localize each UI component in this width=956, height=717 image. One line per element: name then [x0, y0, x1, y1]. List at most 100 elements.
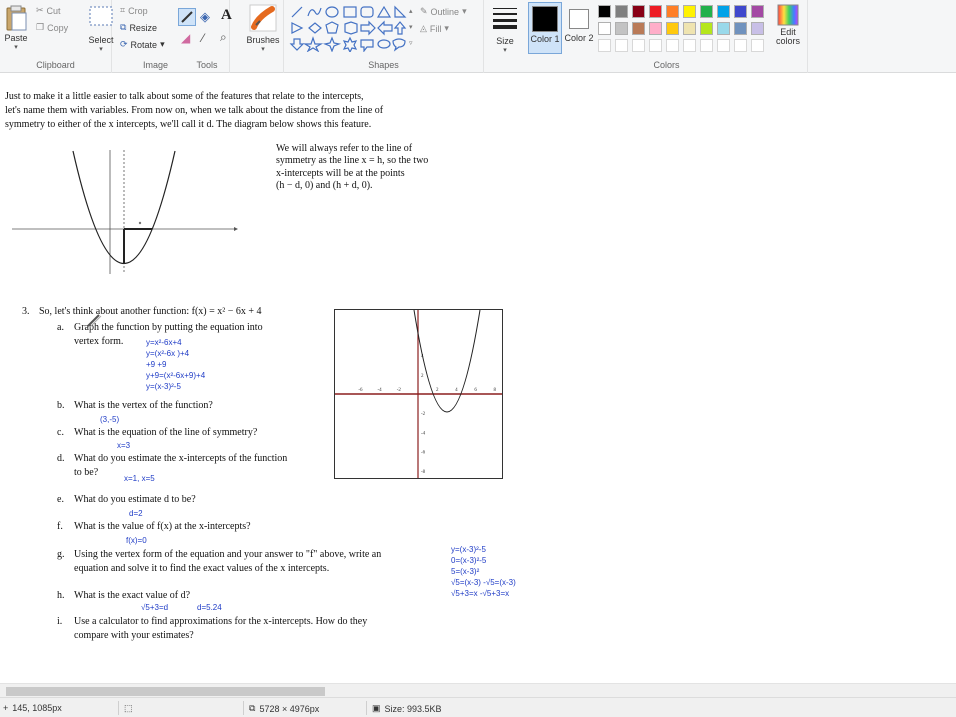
- item-d-line-1: What do you estimate the x-intercepts of…: [74, 453, 288, 464]
- size-group: Size ▾: [484, 0, 526, 73]
- outline-dropdown-icon: ▾: [462, 6, 467, 16]
- custom-color-slot[interactable]: [683, 39, 696, 52]
- intro-line-2: let's name them with variables. From now…: [5, 105, 384, 116]
- palette-swatch[interactable]: [632, 22, 645, 35]
- answer-c: x=3: [117, 441, 131, 450]
- select-dropdown-icon[interactable]: ▾: [86, 45, 116, 53]
- palette-swatch[interactable]: [683, 22, 696, 35]
- colors-label: Colors: [653, 60, 680, 70]
- color1-label: Color 1: [530, 34, 560, 44]
- palette-swatch[interactable]: [717, 22, 730, 35]
- answer-a-3: +9 +9: [146, 360, 167, 369]
- answer-b: (3,-5): [100, 415, 120, 424]
- answer-g-1: y=(x-3)²-5: [451, 545, 486, 554]
- palette-swatch[interactable]: [666, 5, 679, 18]
- crop-button[interactable]: ⌗ Crop: [120, 5, 148, 16]
- custom-color-slot[interactable]: [700, 39, 713, 52]
- scrollbar-thumb[interactable]: [6, 687, 325, 696]
- paste-dropdown-icon[interactable]: ▾: [3, 43, 29, 51]
- custom-color-slot[interactable]: [649, 39, 662, 52]
- custom-color-slot[interactable]: [717, 39, 730, 52]
- resize-button[interactable]: ⧉ Resize: [120, 22, 157, 33]
- palette-swatch[interactable]: [717, 5, 730, 18]
- tools-label: Tools: [196, 60, 218, 70]
- custom-color-slot[interactable]: [751, 39, 764, 52]
- palette-swatch[interactable]: [632, 5, 645, 18]
- symmetry-diagram: [12, 150, 238, 274]
- horizontal-scrollbar[interactable]: [0, 683, 956, 697]
- eyedropper-icon: ⁄: [202, 31, 205, 45]
- fill-tool[interactable]: ◈: [200, 9, 210, 25]
- color2-button[interactable]: Color 2: [564, 2, 594, 54]
- palette-swatch[interactable]: [734, 22, 747, 35]
- cut-icon: ✂: [36, 5, 44, 15]
- magnifier-icon: ⌕: [220, 30, 227, 44]
- palette-swatch[interactable]: [751, 22, 764, 35]
- colors-group: Color 1 Color 2 Edit colors Colors: [526, 0, 808, 73]
- palette-swatch[interactable]: [649, 5, 662, 18]
- item-b-line-1: What is the vertex of the function?: [74, 400, 213, 411]
- copy-button[interactable]: ❐ Copy: [36, 22, 68, 33]
- select-icon: [89, 6, 113, 26]
- palette-swatch[interactable]: [700, 5, 713, 18]
- palette-swatch[interactable]: [666, 22, 679, 35]
- x-tick-label: -4: [378, 388, 383, 393]
- answer-h-2: d=5.24: [197, 603, 222, 612]
- custom-color-slot[interactable]: [632, 39, 645, 52]
- dimensions-icon: ⧉: [249, 703, 256, 713]
- palette-swatch[interactable]: [649, 22, 662, 35]
- item-i-line-1: Use a calculator to find approximations …: [74, 616, 368, 627]
- custom-color-slot[interactable]: [615, 39, 628, 52]
- palette-swatch[interactable]: [598, 22, 611, 35]
- canvas-area[interactable]: Just to make it a little easier to talk …: [0, 74, 956, 682]
- paste-button[interactable]: Paste ▾: [3, 4, 29, 51]
- text-tool[interactable]: A: [221, 7, 232, 24]
- file-size: ▣ Size: 993.5KB: [372, 703, 442, 714]
- status-divider: [366, 701, 367, 715]
- rotate-button[interactable]: ⟳ Rotate ▾: [120, 39, 165, 50]
- pencil-tool[interactable]: [178, 8, 196, 26]
- palette-swatch[interactable]: [734, 5, 747, 18]
- palette-swatch[interactable]: [751, 5, 764, 18]
- outline-button[interactable]: ✎ Outline ▾: [420, 6, 467, 17]
- brushes-label: Brushes: [246, 35, 280, 45]
- crop-icon: ⌗: [120, 5, 126, 15]
- question-number: 3.: [22, 306, 30, 317]
- intro-line-1: Just to make it a little easier to talk …: [5, 91, 364, 102]
- x-tick-label: -6: [358, 388, 363, 393]
- item-g-letter: g.: [57, 549, 65, 560]
- rotate-icon: ⟳: [120, 39, 128, 49]
- palette-swatch[interactable]: [615, 5, 628, 18]
- custom-color-slot[interactable]: [666, 39, 679, 52]
- copy-icon: ❐: [36, 22, 45, 32]
- magnifier-tool[interactable]: ⌕: [220, 30, 227, 45]
- size-button[interactable]: Size ▾: [488, 4, 522, 54]
- select-tool[interactable]: Select ▾: [86, 4, 116, 53]
- ribbon: Paste ▾ ✂ Cut ❐ Copy Clipboard Select ▾ …: [0, 0, 956, 73]
- color-picker-tool[interactable]: ⁄: [202, 31, 204, 45]
- shapes-scroll[interactable]: ▴ ▾ ▿: [409, 4, 413, 52]
- fill-button[interactable]: ◬ Fill ▾: [420, 23, 449, 34]
- palette-swatch[interactable]: [683, 5, 696, 18]
- item-f-line-1: What is the value of f(x) at the x-inter…: [74, 521, 251, 532]
- answer-f: f(x)=0: [126, 536, 147, 545]
- cut-button[interactable]: ✂ Cut: [36, 5, 61, 16]
- answer-e: d=2: [129, 509, 143, 518]
- edit-colors-button[interactable]: Edit colors: [771, 4, 805, 46]
- eraser-tool[interactable]: ◢: [181, 31, 190, 45]
- custom-color-slot[interactable]: [734, 39, 747, 52]
- answer-a-2: y=(x²-6x )+4: [146, 349, 190, 358]
- shapes-gallery[interactable]: [289, 4, 409, 52]
- color2-swatch: [569, 9, 589, 29]
- palette-swatch[interactable]: [598, 5, 611, 18]
- palette-swatch[interactable]: [700, 22, 713, 35]
- shapes-group: ▴ ▾ ▿ ✎ Outline ▾ ◬ Fill ▾ Shapes: [284, 0, 484, 73]
- palette-swatch[interactable]: [615, 22, 628, 35]
- brushes-button[interactable]: Brushes ▾: [245, 3, 281, 53]
- color1-button[interactable]: Color 1: [528, 2, 562, 54]
- item-h-letter: h.: [57, 590, 65, 601]
- status-divider: [118, 701, 119, 715]
- custom-color-slot[interactable]: [598, 39, 611, 52]
- worksheet-image[interactable]: Just to make it a little easier to talk …: [0, 74, 956, 682]
- size-label: Size: [496, 36, 514, 46]
